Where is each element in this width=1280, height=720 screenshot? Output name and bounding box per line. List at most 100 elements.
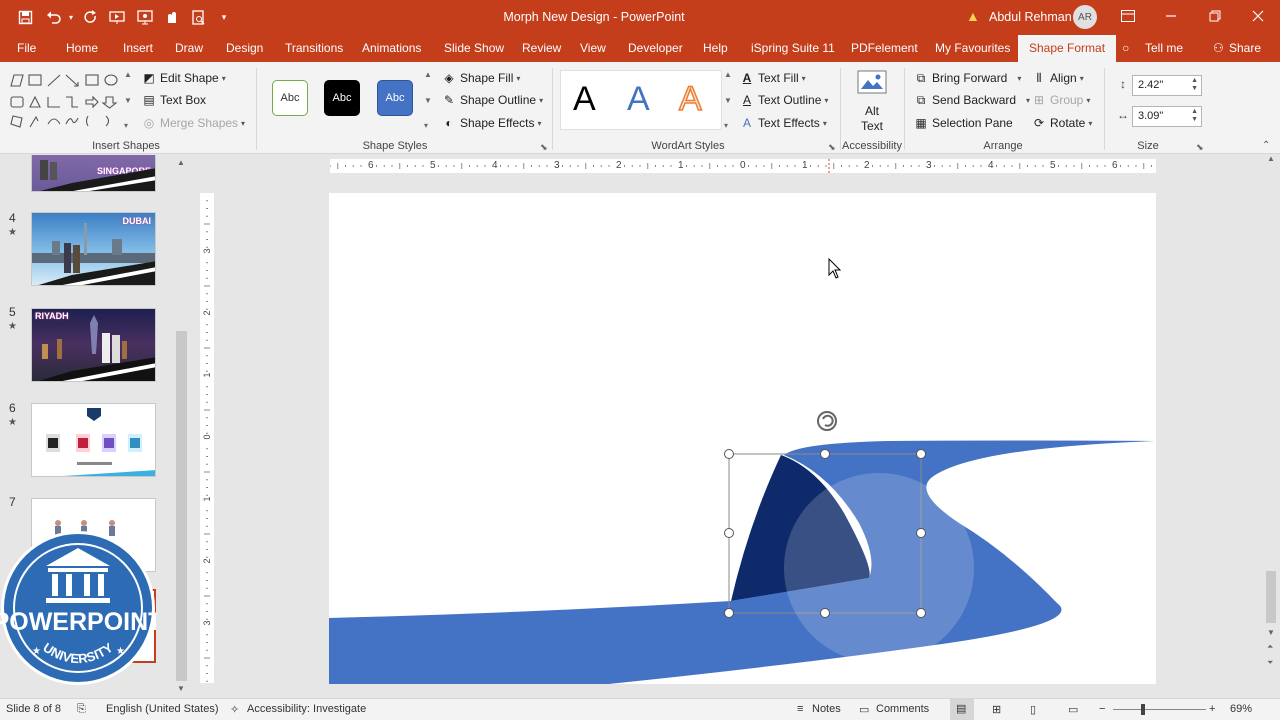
- zoom-slider-thumb[interactable]: [1141, 704, 1145, 715]
- tab-draw[interactable]: Draw: [175, 35, 203, 62]
- slide-thumbnail-4[interactable]: DUBAI: [31, 212, 156, 286]
- height-spinner-icon[interactable]: ▲ ▼: [1191, 77, 1198, 93]
- shape-style-dark[interactable]: Abc: [324, 80, 360, 116]
- text-fill-icon: A: [742, 71, 752, 85]
- ruler-label: 2: [202, 310, 212, 316]
- shape-height-input[interactable]: 2.42" ▲ ▼: [1132, 75, 1202, 96]
- scrollbar-thumb[interactable]: [1266, 571, 1276, 623]
- shape-style-blue[interactable]: Abc: [377, 80, 413, 116]
- language-indicator[interactable]: English (United States): [106, 703, 219, 715]
- tab-animations[interactable]: Animations: [362, 35, 421, 62]
- tab-insert[interactable]: Insert: [123, 35, 153, 62]
- accessibility-status[interactable]: Accessibility: Investigate: [247, 703, 366, 715]
- minimize-icon[interactable]: [1158, 4, 1184, 28]
- shape-fill-button[interactable]: ◈ Shape Fill ▾: [442, 68, 520, 88]
- spell-check-icon[interactable]: ⎘: [77, 703, 86, 716]
- workspace-scrollbar[interactable]: ▲ ▼ ⏶ ⏷: [1263, 154, 1279, 676]
- next-slide-icon[interactable]: ⏷: [1267, 658, 1273, 668]
- bring-forward-button[interactable]: ⧉ Bring Forward ▾: [914, 68, 1022, 88]
- shape-styles-gallery-scroll[interactable]: ▲ ▼ ▾: [424, 70, 434, 130]
- tab-my-favourites[interactable]: My Favourites: [935, 35, 1010, 62]
- slide-number: 7: [9, 495, 16, 509]
- tab-design[interactable]: Design: [226, 35, 263, 62]
- tab-review[interactable]: Review: [522, 35, 561, 62]
- group-label-shape-styles: Shape Styles: [362, 140, 428, 152]
- dialog-launcher-icon[interactable]: ⬊: [1196, 142, 1204, 153]
- shapes-gallery-scroll[interactable]: ▲ ▼ ▾: [124, 70, 134, 130]
- slide-thumbnail-6[interactable]: [31, 403, 156, 477]
- share-icon: ⚇: [1213, 41, 1224, 55]
- scroll-down-icon[interactable]: ▼: [1267, 628, 1275, 637]
- slide-number: 6: [9, 401, 16, 415]
- scroll-down-icon[interactable]: ▼: [177, 684, 185, 693]
- align-button[interactable]: ⫴ Align ▾: [1032, 68, 1083, 88]
- warning-icon[interactable]: ▲: [966, 8, 980, 24]
- tab-file[interactable]: File: [17, 35, 36, 62]
- user-name[interactable]: Abdul Rehman: [989, 10, 1072, 24]
- tab-pdfelement[interactable]: PDFelement: [851, 35, 918, 62]
- tab-transitions[interactable]: Transitions: [285, 35, 343, 62]
- wordart-style-blue[interactable]: A: [627, 79, 650, 119]
- comments-button[interactable]: Comments: [876, 703, 929, 715]
- shape-outline-button[interactable]: ✎ Shape Outline ▾: [442, 90, 543, 110]
- scroll-up-icon[interactable]: ▲: [177, 158, 185, 167]
- wordart-style-black[interactable]: A: [573, 79, 596, 119]
- ribbon-divider: [552, 68, 553, 150]
- width-spinner-icon[interactable]: ▲ ▼: [1191, 108, 1198, 124]
- reading-view-icon[interactable]: ▯: [1030, 703, 1036, 716]
- ribbon-display-options-icon[interactable]: [1115, 4, 1141, 28]
- slide-canvas[interactable]: [329, 193, 1156, 684]
- svg-text:★: ★: [32, 646, 41, 657]
- slide-thumbnail-5[interactable]: RIYADH: [31, 308, 156, 382]
- edit-shape-button[interactable]: ◩ Edit Shape ▾: [142, 68, 225, 88]
- normal-view-button[interactable]: ▤: [950, 699, 974, 720]
- tab-view[interactable]: View: [580, 35, 606, 62]
- slide-show-icon[interactable]: ▭: [1068, 703, 1078, 716]
- zoom-in-icon[interactable]: +: [1209, 703, 1215, 715]
- previous-slide-icon[interactable]: ⏶: [1267, 642, 1273, 652]
- close-icon[interactable]: [1245, 4, 1271, 28]
- wordart-gallery: A A A: [560, 70, 722, 130]
- shape-width-input[interactable]: 3.09" ▲ ▼: [1132, 106, 1202, 127]
- ruler-label: 6: [1112, 160, 1118, 171]
- animation-star-icon: ★: [8, 321, 17, 332]
- collapse-ribbon-icon[interactable]: ⌃: [1262, 140, 1270, 151]
- rotate-handle-icon: [817, 411, 837, 431]
- text-effects-button[interactable]: A Text Effects ▾: [740, 113, 827, 133]
- text-box-button[interactable]: ▤ Text Box: [142, 90, 206, 110]
- slide-thumbnail-3[interactable]: SINGAPORE: [31, 155, 156, 192]
- tab-slide-show[interactable]: Slide Show: [444, 35, 504, 62]
- alt-text-icon: [857, 70, 887, 94]
- text-outline-button[interactable]: A Text Outline ▾: [740, 90, 828, 110]
- notes-button[interactable]: Notes: [812, 703, 841, 715]
- send-backward-button[interactable]: ⧉ Send Backward ▾: [914, 90, 1030, 110]
- slide-sorter-icon[interactable]: ⊞: [992, 703, 1001, 716]
- tab-shape-format[interactable]: Shape Format: [1018, 35, 1117, 62]
- dialog-launcher-icon[interactable]: ⬊: [828, 142, 836, 153]
- text-fill-button[interactable]: A Text Fill ▾: [740, 68, 806, 88]
- tab-developer[interactable]: Developer: [628, 35, 683, 62]
- tab-ispring-suite[interactable]: iSpring Suite 11: [751, 35, 835, 62]
- tab-help[interactable]: Help: [703, 35, 728, 62]
- selection-pane-button[interactable]: ▦ Selection Pane: [914, 113, 1012, 133]
- shape-style-outline[interactable]: Abc: [272, 80, 308, 116]
- share-button[interactable]: Share: [1229, 35, 1261, 62]
- shape-effects-button[interactable]: ◐ Shape Effects ▾: [442, 113, 541, 133]
- tab-tell-me[interactable]: Tell me: [1145, 35, 1183, 62]
- scroll-up-icon[interactable]: ▲: [1267, 154, 1275, 163]
- tab-home[interactable]: Home: [66, 35, 98, 62]
- wordart-style-orange[interactable]: A: [678, 79, 702, 119]
- group-button[interactable]: ⊞ Group ▾: [1032, 90, 1090, 110]
- zoom-level[interactable]: 69%: [1230, 703, 1252, 715]
- zoom-out-icon[interactable]: −: [1099, 703, 1105, 715]
- thumbnail-scrollbar[interactable]: ▲ ▼: [174, 155, 190, 698]
- merge-shapes-button[interactable]: ◎ Merge Shapes ▾: [142, 113, 245, 133]
- zoom-slider[interactable]: [1113, 704, 1206, 715]
- wordart-gallery-scroll[interactable]: ▲ ▼ ▾: [724, 70, 734, 130]
- scrollbar-thumb[interactable]: [176, 331, 187, 681]
- avatar[interactable]: AR: [1073, 5, 1097, 29]
- accessibility-icon[interactable]: ✧: [230, 703, 239, 716]
- rotate-button[interactable]: ⟳ Rotate ▾: [1032, 113, 1092, 133]
- dialog-launcher-icon[interactable]: ⬊: [540, 142, 548, 153]
- restore-icon[interactable]: [1202, 4, 1228, 28]
